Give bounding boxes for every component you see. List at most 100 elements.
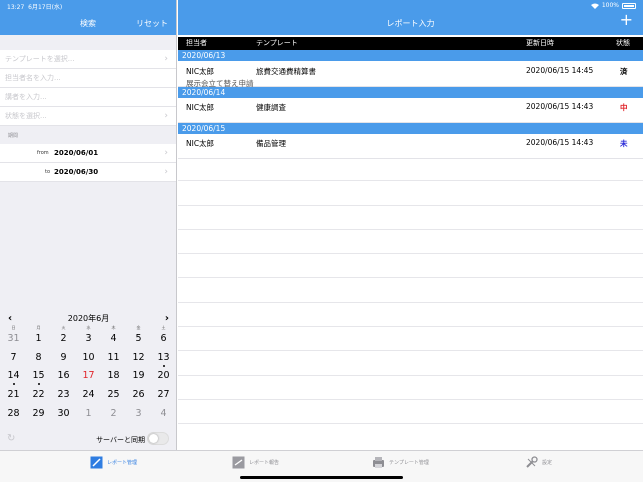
calendar-day[interactable]: 18 (101, 368, 126, 387)
tab-label: レポート管理 (107, 460, 138, 466)
lecturer-input-placeholder: 講者を入力... (5, 93, 47, 101)
tab-report-manage[interactable]: レポート管理 (90, 456, 137, 469)
calendar-day[interactable]: 30 (51, 406, 76, 425)
chevron-right-icon: › (164, 167, 168, 177)
row-updated: 2020/06/15 14:43 (526, 102, 594, 111)
calendar-day[interactable]: 24 (76, 387, 101, 406)
column-updated: 更新日時 (526, 39, 554, 47)
calendar-day[interactable]: 10 (76, 350, 101, 369)
column-template: テンプレート (256, 39, 298, 47)
event-dot (12, 383, 15, 386)
lecturer-input[interactable]: 講者を入力... (0, 88, 176, 107)
calendar-day[interactable]: 16 (51, 368, 76, 387)
calendar-day[interactable]: 1 (26, 331, 51, 350)
calendar-day[interactable]: 5 (126, 331, 151, 350)
chevron-right-icon: › (164, 148, 168, 158)
calendar-day[interactable]: 8 (26, 350, 51, 369)
tab-report-send[interactable]: レポート報告 (232, 456, 279, 469)
status-select[interactable]: 状態を選択... › (0, 107, 176, 126)
row-owner: NIC太郎 (186, 103, 215, 112)
calendar-day[interactable]: 27 (151, 387, 176, 406)
status-bar: 13:27 6月17日(水) 100% (0, 0, 643, 12)
row-template: 健康調査 (256, 103, 286, 112)
sync-toggle[interactable] (147, 432, 169, 445)
empty-row-divider (178, 254, 643, 279)
calendar-day[interactable]: 4 (151, 406, 176, 425)
reset-button[interactable]: リセット (136, 18, 168, 29)
calendar-day[interactable]: 29 (26, 406, 51, 425)
add-report-button[interactable]: + (620, 12, 633, 28)
calendar: ‹ 2020年6月 › 日 月 火 水 木 金 土 31 1 2 3 4 5 6… (0, 313, 177, 425)
calendar-day[interactable]: 19 (126, 368, 151, 387)
calendar-day[interactable]: 26 (126, 387, 151, 406)
event-dot (162, 364, 165, 367)
date-from-row[interactable]: from 2020/06/01 › (0, 144, 176, 163)
table-row[interactable]: NIC太郎 旅費交通費精算書 展示会立て替え申請 2020/06/15 14:4… (178, 61, 643, 88)
calendar-day[interactable]: 9 (51, 350, 76, 369)
row-status: 中 (620, 103, 628, 112)
empty-row-divider (178, 181, 643, 206)
calendar-day[interactable]: 6 (151, 331, 176, 350)
chevron-right-icon[interactable]: › (165, 313, 169, 325)
status-time: 13:27 6月17日(水) (7, 4, 63, 11)
status-select-placeholder: 状態を選択... (5, 112, 47, 120)
row-template: 旅費交通費精算書 (256, 67, 316, 76)
calendar-day[interactable]: 3 (76, 331, 101, 350)
column-owner: 担当者 (186, 39, 207, 47)
table-header: 担当者 テンプレート 更新日時 状態 (178, 37, 643, 50)
row-subtitle: 展示会立て替え申請 (186, 79, 254, 88)
calendar-day[interactable]: 2 (51, 331, 76, 350)
calendar-day[interactable]: 4 (101, 331, 126, 350)
row-status: 未 (620, 139, 628, 148)
calendar-day[interactable]: 20 (151, 368, 176, 387)
tab-template-manage[interactable]: テンプレート管理 (372, 456, 429, 469)
date-group-header: 2020/06/15 (178, 123, 643, 134)
tab-label: テンプレート管理 (389, 460, 429, 466)
template-select[interactable]: テンプレートを選択... › (0, 50, 176, 69)
chevron-left-icon[interactable]: ‹ (8, 313, 12, 325)
calendar-week: 7 8 9 10 11 12 13 (1, 350, 177, 369)
calendar-day[interactable]: 7 (1, 350, 26, 369)
calendar-day[interactable]: 25 (101, 387, 126, 406)
table-row[interactable]: NIC太郎 健康調査 2020/06/15 14:43 中 (178, 98, 643, 123)
column-status: 状態 (616, 39, 630, 47)
row-template: 備品管理 (256, 139, 286, 148)
calendar-day[interactable]: 28 (1, 406, 26, 425)
row-updated: 2020/06/15 14:45 (526, 66, 594, 75)
calendar-day[interactable]: 23 (51, 387, 76, 406)
table-row[interactable]: NIC太郎 備品管理 2020/06/15 14:43 未 (178, 134, 643, 159)
refresh-icon[interactable]: ↻ (7, 433, 15, 444)
calendar-day-today[interactable]: 17 (76, 368, 101, 387)
calendar-day[interactable]: 11 (101, 350, 126, 369)
report-edit-icon (90, 456, 103, 469)
calendar-day[interactable]: 1 (76, 406, 101, 425)
empty-row-divider (178, 327, 643, 352)
sync-label: サーバーと同期 (96, 436, 145, 444)
empty-row-divider (178, 278, 643, 303)
calendar-day[interactable]: 31 (1, 331, 26, 350)
calendar-day[interactable]: 22 (26, 387, 51, 406)
row-updated: 2020/06/15 14:43 (526, 138, 594, 147)
to-date-value: 2020/06/30 (54, 168, 99, 176)
report-title: レポート入力 (386, 19, 435, 28)
template-printer-icon (373, 457, 384, 468)
calendar-day-with-event[interactable]: 15 (26, 368, 51, 387)
owner-input[interactable]: 担当者名を入力... (0, 69, 176, 88)
empty-row-divider (178, 376, 643, 400)
event-dot (37, 383, 40, 386)
date-to-row[interactable]: to 2020/06/30 › (0, 163, 176, 182)
calendar-day[interactable]: 3 (126, 406, 151, 425)
calendar-day[interactable]: 2 (101, 406, 126, 425)
calendar-day-with-event[interactable]: 14 (1, 368, 26, 387)
calendar-day[interactable]: 21 (1, 387, 26, 406)
calendar-day-with-event[interactable]: 13 (151, 350, 176, 369)
from-label: from (37, 150, 49, 156)
battery-percent: 100% (601, 2, 619, 9)
calendar-header: ‹ 2020年6月 › (0, 313, 177, 325)
battery-icon (622, 2, 636, 9)
calendar-week: 21 22 23 24 25 26 27 (1, 387, 177, 406)
sync-row: ↻ サーバーと同期 (0, 430, 177, 450)
period-label: 期間 (8, 133, 19, 139)
calendar-day[interactable]: 12 (126, 350, 151, 369)
tab-settings[interactable]: 設定 (525, 456, 552, 469)
